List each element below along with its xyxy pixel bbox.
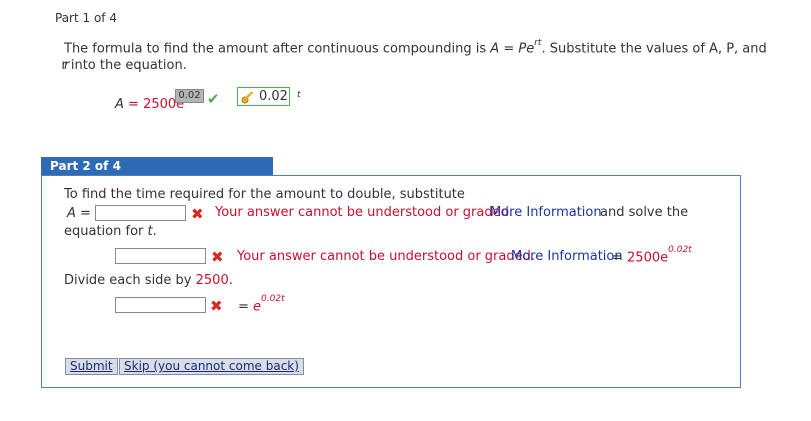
hint-variable: t bbox=[297, 90, 301, 100]
answer-input-3[interactable] bbox=[115, 297, 206, 313]
more-information-link-2[interactable]: More Information bbox=[511, 249, 623, 264]
line2-expression: = 2500e0.02t bbox=[612, 245, 692, 266]
line1-tail: and solve the bbox=[600, 205, 689, 220]
skip-button[interactable]: Skip (you cannot come back) bbox=[119, 358, 304, 375]
answer-input-1[interactable] bbox=[95, 205, 186, 221]
x-icon: ✖ bbox=[191, 205, 204, 223]
divide-instruction: Divide each side by 2500. bbox=[64, 273, 233, 288]
exponent-answer-field[interactable]: 0.02 bbox=[175, 89, 204, 103]
checkmark-icon: ✔ bbox=[207, 90, 220, 108]
line1-tail2: equation for t. bbox=[64, 224, 157, 239]
more-information-link-1[interactable]: More Information bbox=[490, 205, 602, 220]
x-icon: ✖ bbox=[211, 248, 224, 266]
hint-value: 0.02 bbox=[259, 89, 288, 104]
part1-label: Part 1 of 4 bbox=[55, 11, 117, 25]
error-message-2: Your answer cannot be understood or grad… bbox=[237, 249, 535, 264]
error-message-1: Your answer cannot be understood or grad… bbox=[215, 205, 513, 220]
line3-expression: = e0.02t bbox=[238, 294, 285, 315]
submit-button[interactable]: Submit bbox=[65, 358, 118, 375]
hint-answer-box[interactable]: 0.02 bbox=[237, 87, 290, 106]
part1-sentence-line2: rr into the equation. bbox=[61, 58, 187, 73]
part1-sentence: The formula to find the amount after con… bbox=[64, 38, 767, 57]
line1-lhs: A = bbox=[67, 206, 91, 221]
key-icon bbox=[241, 92, 253, 104]
answer-input-2[interactable] bbox=[115, 248, 206, 264]
part2-header: Part 2 of 4 bbox=[41, 157, 273, 175]
part1-answer-expression: A = 2500e bbox=[115, 97, 185, 112]
x-icon: ✖ bbox=[210, 297, 223, 315]
part2-instruction: To find the time required for the amount… bbox=[64, 187, 465, 202]
